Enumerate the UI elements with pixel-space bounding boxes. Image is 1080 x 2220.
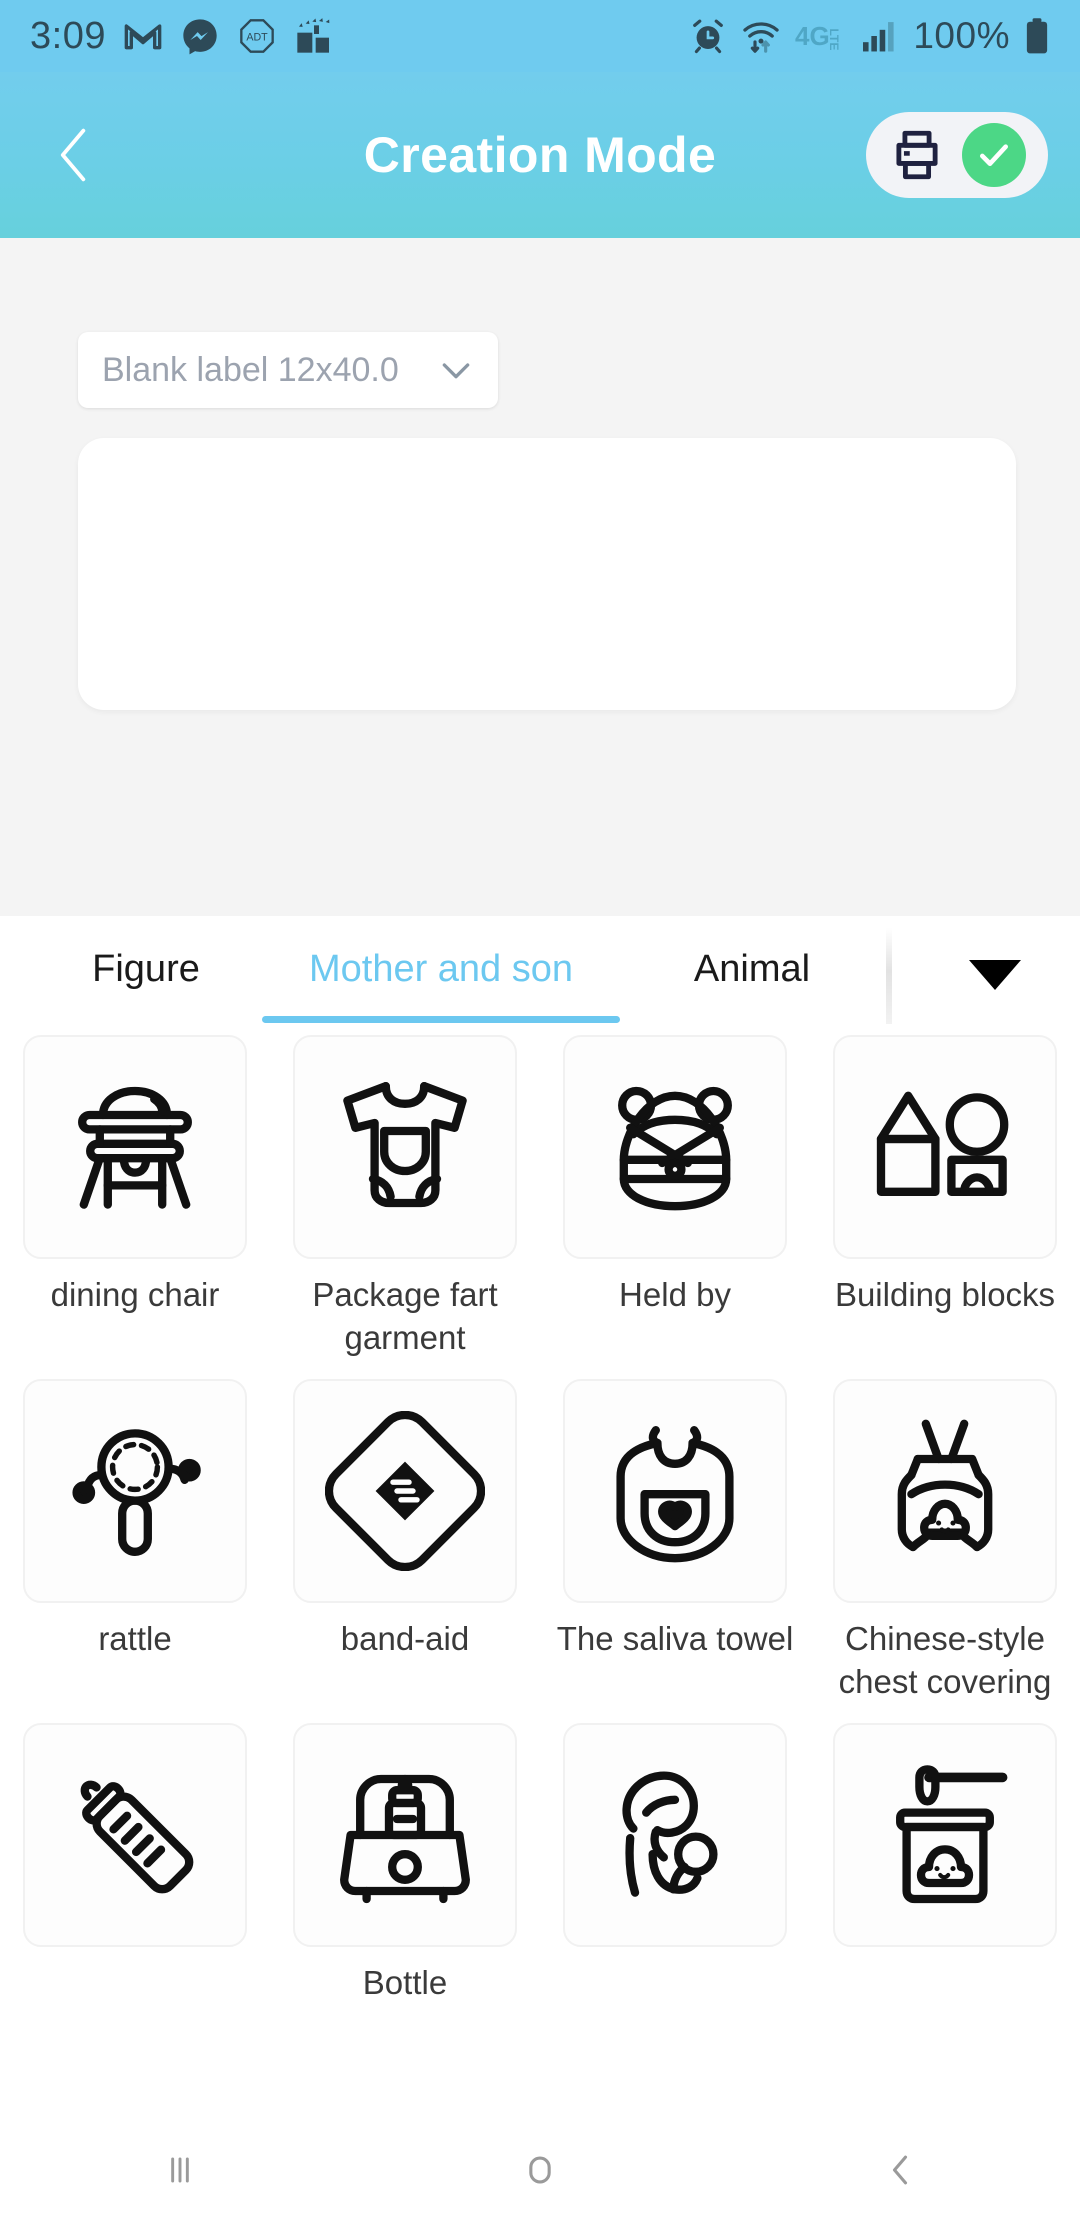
battery-icon xyxy=(1026,18,1048,54)
icon-label: dining chair xyxy=(50,1276,220,1313)
baby-onesie-icon xyxy=(343,1082,467,1208)
label-size-value: Blank label 12x40.0 xyxy=(102,350,399,389)
icon-item-baby-bottle[interactable] xyxy=(0,1719,270,2004)
bottle-warmer-icon xyxy=(340,1774,470,1904)
icon-tile xyxy=(293,1379,517,1603)
nav-back-button[interactable] xyxy=(720,2120,1080,2220)
signal-bars-icon xyxy=(863,22,894,52)
icon-tile xyxy=(563,1723,787,1947)
header-back-button[interactable] xyxy=(36,117,112,193)
breastfeeding-icon xyxy=(622,1771,718,1897)
tab-animal[interactable]: Animal xyxy=(662,916,842,1023)
caret-down-icon xyxy=(969,960,1021,990)
icon-item-rattle[interactable]: rattle xyxy=(0,1375,270,1703)
icon-item-breastfeeding[interactable] xyxy=(540,1719,810,2004)
printer-icon xyxy=(896,130,938,180)
icon-label: The saliva towel xyxy=(556,1620,794,1657)
confirm-button[interactable] xyxy=(962,123,1026,187)
icon-label: Chinese-style chest covering xyxy=(838,1620,1052,1700)
baby-bottle-icon xyxy=(80,1780,194,1894)
wifi-icon xyxy=(743,22,780,53)
icon-tile xyxy=(23,1723,247,1947)
building-blocks-icon xyxy=(876,1091,1009,1196)
icon-label: Package fart garment xyxy=(312,1276,498,1356)
icon-item-saliva-towel[interactable]: The saliva towel xyxy=(540,1375,810,1703)
icon-label: Bottle xyxy=(362,1964,448,2001)
app-header: Creation Mode xyxy=(0,72,1080,238)
icon-item-dining-chair[interactable]: dining chair xyxy=(0,1031,270,1359)
rattle-icon xyxy=(72,1429,201,1556)
icon-grid: dining chair Package fart garment Held b… xyxy=(0,1031,1080,2120)
status-bar-clock: 3:09 xyxy=(30,14,106,57)
icon-tile xyxy=(293,1723,517,1947)
icon-item-band-aid[interactable]: band-aid xyxy=(270,1375,540,1703)
icon-tile xyxy=(833,1379,1057,1603)
messenger-icon xyxy=(183,19,217,55)
status-bar: 3:09 ADT 4G LTE 100% xyxy=(0,0,1080,72)
category-tabs: Figure Mother and son Animal xyxy=(0,916,1080,1031)
status-bar-left: 3:09 ADT xyxy=(30,15,334,58)
label-canvas[interactable] xyxy=(78,438,1016,710)
home-icon xyxy=(529,2156,551,2184)
dudou-apron-icon xyxy=(897,1419,993,1552)
swaddle-wrap-icon xyxy=(618,1086,732,1211)
icon-picker-sheet: Figure Mother and son Animal dining chai… xyxy=(0,916,1080,2120)
nav-recents-button[interactable] xyxy=(0,2120,360,2220)
icon-label: rattle xyxy=(98,1620,172,1657)
tabs-expand-button[interactable] xyxy=(940,930,1050,1020)
svg-text:LTE: LTE xyxy=(828,28,842,50)
alarm-icon xyxy=(693,19,724,54)
icon-label: Held by xyxy=(619,1276,731,1313)
tab-mother-and-son[interactable]: Mother and son xyxy=(258,916,624,1023)
label-size-select[interactable]: Blank label 12x40.0 xyxy=(78,332,498,408)
header-actions xyxy=(866,112,1048,198)
icon-item-chinese-chest-covering[interactable]: Chinese-style chest covering xyxy=(810,1375,1080,1703)
icon-tile xyxy=(293,1035,517,1259)
icon-label: band-aid xyxy=(340,1620,470,1657)
recent-apps-icon xyxy=(171,2157,189,2183)
bandaid-icon xyxy=(325,1411,485,1571)
chevron-down-icon xyxy=(442,363,470,379)
gmail-icon xyxy=(124,24,162,50)
formula-container-icon xyxy=(896,1765,1008,1904)
back-icon xyxy=(892,2155,908,2185)
baby-bib-icon xyxy=(616,1426,734,1563)
icon-tile xyxy=(563,1379,787,1603)
icon-label: Building blocks xyxy=(834,1276,1056,1313)
nav-home-button[interactable] xyxy=(360,2120,720,2220)
icon-item-building-blocks[interactable]: Building blocks xyxy=(810,1031,1080,1359)
icon-tile xyxy=(563,1035,787,1259)
svg-text:4G: 4G xyxy=(795,21,830,51)
app-icon xyxy=(297,18,330,53)
icon-item-bottle-warmer[interactable]: Bottle xyxy=(270,1719,540,2004)
android-nav-bar xyxy=(0,2120,1080,2220)
icon-tile xyxy=(833,1035,1057,1259)
icon-item-held-by[interactable]: Held by xyxy=(540,1031,810,1359)
tab-figure[interactable]: Figure xyxy=(60,916,232,1023)
chevron-left-icon xyxy=(60,128,86,182)
svg-text:ADT: ADT xyxy=(246,31,268,43)
adt-icon: ADT xyxy=(240,19,274,53)
battery-percent-label: 100% xyxy=(913,15,1010,56)
icon-tile xyxy=(23,1035,247,1259)
icon-item-package-fart-garment[interactable]: Package fart garment xyxy=(270,1031,540,1359)
icon-tile xyxy=(833,1723,1057,1947)
high-chair-icon xyxy=(78,1086,192,1209)
tabs-divider xyxy=(886,928,892,1024)
print-button[interactable] xyxy=(888,126,946,184)
check-circle-icon xyxy=(980,144,1008,166)
editor-area: Blank label 12x40.0 xyxy=(0,238,1080,916)
icon-tile xyxy=(23,1379,247,1603)
network-4glte-icon: 4G LTE xyxy=(795,21,842,51)
status-bar-right: 4G LTE 100% xyxy=(689,15,1050,57)
icon-item-formula-container[interactable] xyxy=(810,1719,1080,2004)
